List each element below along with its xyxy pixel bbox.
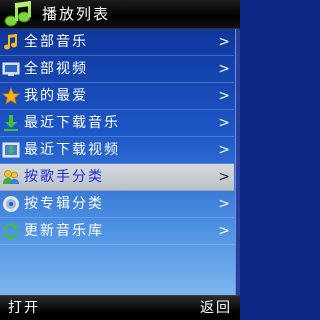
download-video-icon: [2, 141, 20, 159]
music-notes-icon: [2, 0, 32, 28]
playlist-menu: 全部音乐 > 全部视频 > 我的最爱 > 最近下载音乐 > 最近下载视频 > 按…: [0, 29, 234, 245]
chevron-right-icon: >: [218, 61, 230, 77]
chevron-right-icon: >: [218, 34, 230, 50]
title-bar: 播放列表: [0, 0, 240, 29]
music-note-icon: [2, 33, 20, 51]
menu-item-by-artist[interactable]: 按歌手分类 >: [0, 164, 234, 191]
open-softkey[interactable]: 打开: [8, 296, 40, 320]
download-music-icon: [2, 114, 20, 132]
menu-item-label: 更新音乐库: [24, 223, 104, 239]
menu-item-label: 按歌手分类: [24, 169, 104, 185]
refresh-icon: [2, 222, 20, 240]
menu-item-label: 按专辑分类: [24, 196, 104, 212]
video-screen-icon: [2, 60, 20, 78]
chevron-right-icon: >: [218, 88, 230, 104]
menu-item-by-album[interactable]: 按专辑分类 >: [0, 191, 234, 218]
screen: 播放列表 全部音乐 > 全部视频 > 我的最爱 > 最近下载音乐 > 最近下载视…: [0, 0, 240, 320]
scrollbar-thumb[interactable]: [235, 29, 240, 295]
menu-item-all-video[interactable]: 全部视频 >: [0, 56, 234, 83]
menu-item-recent-video[interactable]: 最近下载视频 >: [0, 137, 234, 164]
menu-item-label: 全部音乐: [24, 34, 88, 50]
page-title: 播放列表: [42, 5, 111, 23]
menu-item-update-library[interactable]: 更新音乐库 >: [0, 218, 234, 245]
artist-icon: [2, 168, 20, 186]
chevron-right-icon: >: [218, 142, 230, 158]
album-disc-icon: [2, 195, 20, 213]
menu-item-recent-music[interactable]: 最近下载音乐 >: [0, 110, 234, 137]
softkey-bar: 打开 返回: [0, 295, 240, 320]
menu-item-label: 最近下载音乐: [24, 115, 120, 131]
back-softkey[interactable]: 返回: [200, 296, 232, 320]
chevron-right-icon: >: [218, 115, 230, 131]
menu-item-favorites[interactable]: 我的最爱 >: [0, 83, 234, 110]
chevron-right-icon: >: [218, 223, 230, 239]
menu-item-label: 我的最爱: [24, 88, 88, 104]
menu-item-label: 全部视频: [24, 61, 88, 77]
chevron-right-icon: >: [218, 169, 230, 185]
scrollbar[interactable]: [235, 29, 240, 295]
star-icon: [2, 86, 20, 105]
menu-item-label: 最近下载视频: [24, 142, 120, 158]
chevron-right-icon: >: [218, 196, 230, 212]
menu-item-all-music[interactable]: 全部音乐 >: [0, 29, 234, 56]
